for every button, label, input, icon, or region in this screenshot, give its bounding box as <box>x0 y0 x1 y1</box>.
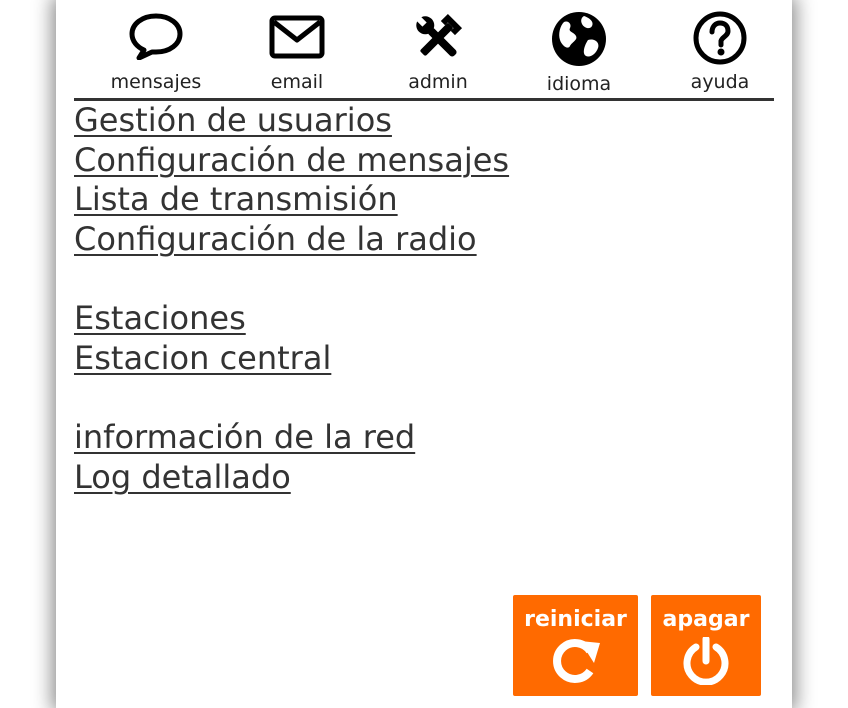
tools-icon <box>416 13 463 57</box>
shutdown-label: apagar <box>662 607 750 632</box>
menu-link-radio-settings[interactable]: Configuración de la radio <box>74 219 477 259</box>
help-icon <box>693 11 747 65</box>
menu-link-detailed-log[interactable]: Log detallado <box>74 457 291 497</box>
nav-item-email[interactable]: email <box>242 10 352 96</box>
nav-item-ayuda[interactable]: ayuda <box>665 10 775 96</box>
nav-label-ayuda: ayuda <box>690 71 750 93</box>
menu-link-network-info[interactable]: información de la red <box>74 417 415 457</box>
top-nav-bar: mensajes email admin idioma ayuda <box>74 0 774 101</box>
nav-item-mensajes[interactable]: mensajes <box>101 10 211 96</box>
menu-link-message-settings[interactable]: Configuración de mensajes <box>74 140 509 180</box>
menu-link-user-management[interactable]: Gestión de usuarios <box>74 100 392 140</box>
shutdown-button[interactable]: apagar <box>651 595 761 696</box>
chat-bubble-icon <box>129 13 183 60</box>
nav-label-admin: admin <box>408 71 468 93</box>
envelope-icon <box>269 15 325 59</box>
restart-label: reiniciar <box>524 607 627 632</box>
restart-icon <box>552 639 600 683</box>
nav-label-idioma: idioma <box>546 73 612 95</box>
restart-button[interactable]: reiniciar <box>513 595 638 696</box>
main-panel: mensajes email admin idioma ayuda Gestió… <box>56 0 792 708</box>
power-icon <box>683 637 729 685</box>
nav-label-email: email <box>270 71 324 93</box>
menu-link-stations[interactable]: Estaciones <box>74 298 246 338</box>
globe-icon <box>552 12 606 66</box>
nav-item-idioma[interactable]: idioma <box>524 10 634 96</box>
nav-item-admin[interactable]: admin <box>383 10 493 96</box>
menu-link-central-station[interactable]: Estacion central <box>74 338 331 378</box>
menu-link-broadcast-list[interactable]: Lista de transmisión <box>74 179 398 219</box>
nav-label-mensajes: mensajes <box>110 71 202 93</box>
